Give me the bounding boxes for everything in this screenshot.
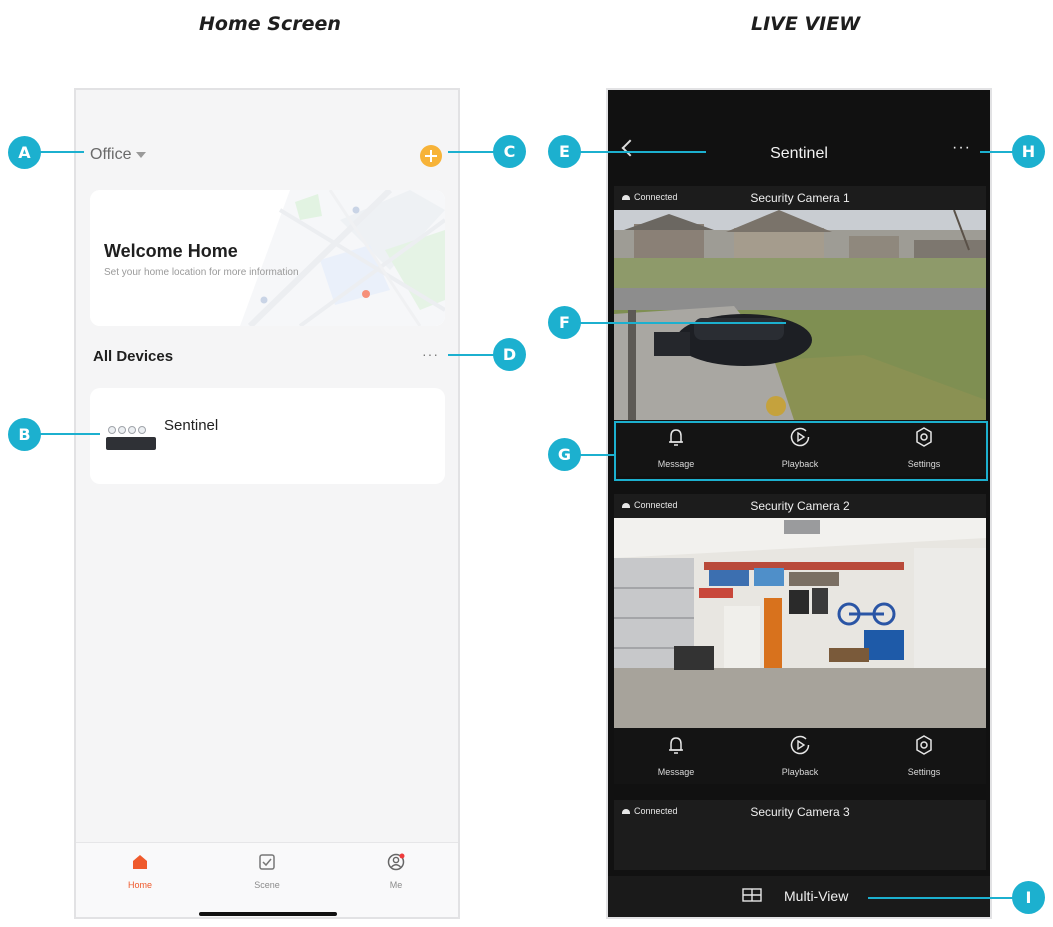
actions-highlight <box>614 421 988 481</box>
camera-icon <box>128 426 136 434</box>
camera-feed-1[interactable] <box>614 210 986 420</box>
callout-i: I <box>1012 881 1045 914</box>
home-icon <box>133 855 147 869</box>
tab-home[interactable]: Home <box>80 843 200 890</box>
checkbox-icon <box>259 854 275 870</box>
callout-line <box>580 151 706 153</box>
welcome-card[interactable]: Welcome Home Set your home location for … <box>90 190 445 326</box>
all-devices-heading: All Devices <box>93 348 174 365</box>
callout-a: A <box>8 136 41 169</box>
action-label: Message <box>657 767 695 777</box>
camera-icon <box>118 426 126 434</box>
camera-card-3: Connected Security Camera 3 <box>614 800 986 870</box>
action-label: Playback <box>781 767 819 777</box>
location-selector[interactable]: Office <box>90 146 146 164</box>
callout-e: E <box>548 135 581 168</box>
callout-g: G <box>548 438 581 471</box>
callout-line <box>868 897 1016 899</box>
callout-line <box>580 454 614 456</box>
camera-icon <box>108 426 116 434</box>
tab-label: Home <box>127 880 152 890</box>
camera-name: Security Camera 1 <box>750 191 850 205</box>
live-view-phone-screen: Sentinel ··· Connected Security Camera 1 <box>606 88 992 919</box>
tab-me[interactable]: Me <box>336 843 456 890</box>
camera-header: Connected Security Camera 1 <box>614 186 986 210</box>
callout-line <box>448 151 494 153</box>
camera-feed-2[interactable] <box>614 518 986 728</box>
bell-icon <box>669 737 683 754</box>
callout-line <box>980 151 1016 153</box>
live-view-title: LIVE VIEW <box>751 13 861 35</box>
camera-icon <box>138 426 146 434</box>
camera-card-2: Connected Security Camera 2 Message Play… <box>614 494 986 784</box>
profile-icon <box>387 853 405 871</box>
callout-h: H <box>1012 135 1045 168</box>
gear-icon <box>916 735 932 755</box>
playback-icon <box>790 735 810 755</box>
callout-f: F <box>548 306 581 339</box>
devices-more-button[interactable]: ··· <box>422 346 439 362</box>
location-label: Office <box>90 146 132 163</box>
garage-scene <box>614 518 986 728</box>
welcome-title: Welcome Home <box>104 241 238 261</box>
tab-scene[interactable]: Scene <box>207 843 327 890</box>
action-label: Settings <box>907 767 941 777</box>
device-card-sentinel[interactable]: Sentinel <box>90 388 445 484</box>
callout-d: D <box>493 338 526 371</box>
callout-line <box>448 354 494 356</box>
message-button[interactable]: Message <box>614 734 738 777</box>
callout-c: C <box>493 135 526 168</box>
welcome-subtitle: Set your home location for more informat… <box>104 267 299 278</box>
add-device-button[interactable] <box>420 145 442 167</box>
home-screen-title: Home Screen <box>199 13 341 35</box>
caret-down-icon <box>135 151 146 158</box>
callout-b: B <box>8 418 41 451</box>
live-view-device-title: Sentinel <box>770 145 828 162</box>
tab-label: Scene <box>254 880 280 890</box>
camera-name: Security Camera 2 <box>750 499 850 513</box>
tab-bar: Home Scene Me <box>76 842 458 917</box>
multi-view-label: Multi-View <box>784 888 849 904</box>
settings-button[interactable]: Settings <box>862 734 986 777</box>
nvr-device-icon <box>106 437 156 450</box>
live-more-button[interactable]: ··· <box>952 139 971 157</box>
callout-line <box>40 151 84 153</box>
camera-actions-2: Message Playback Settings <box>614 728 986 784</box>
grid-icon <box>742 888 762 902</box>
callout-line <box>40 433 100 435</box>
driveway-scene <box>614 210 986 420</box>
callout-line <box>580 322 786 324</box>
camera-name: Security Camera 3 <box>750 805 850 819</box>
device-name: Sentinel <box>164 417 219 434</box>
home-indicator <box>199 912 337 916</box>
camera-header: Connected Security Camera 2 <box>614 494 986 518</box>
playback-button[interactable]: Playback <box>738 734 862 777</box>
camera-header: Connected Security Camera 3 <box>614 800 986 824</box>
home-phone-screen: Office Welcome Home Set your home locati… <box>74 88 460 919</box>
tab-label: Me <box>389 880 403 890</box>
